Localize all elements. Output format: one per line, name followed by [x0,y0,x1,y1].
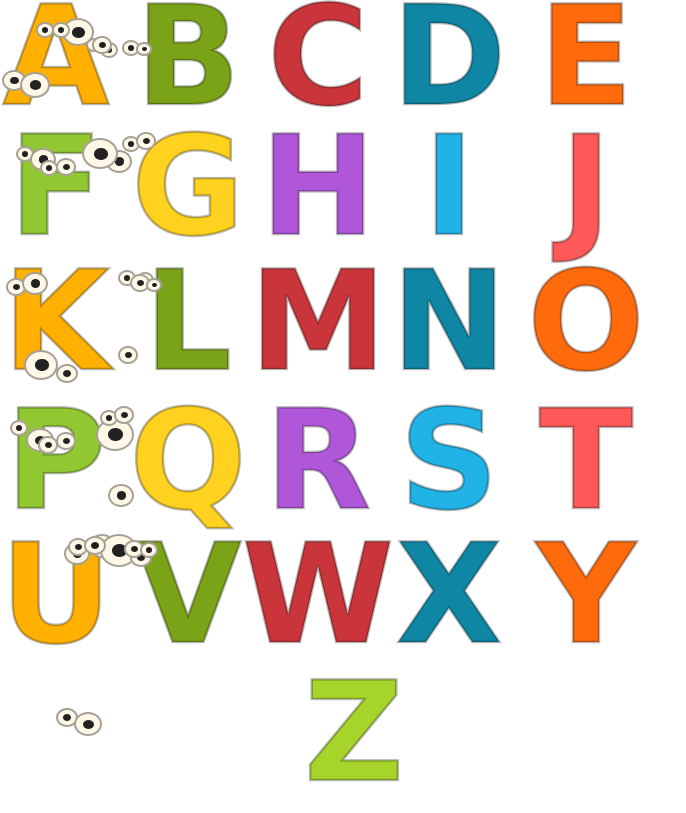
monster-eye-icon [136,42,152,56]
letter-glyph: M [248,241,388,402]
letter-glyph: Y [535,514,637,675]
monster-eye-icon [92,36,112,54]
letter-glyph: J [559,106,613,267]
monster-eye-icon [74,712,102,736]
monster-letter-s: S [385,380,513,541]
monster-eye-icon [136,132,156,150]
letter-glyph: T [538,380,635,541]
pupil-icon [151,282,157,288]
monster-letter-c: C [254,0,382,137]
letter-glyph: H [259,106,377,267]
monster-letter-y: Y [522,514,650,675]
letter-glyph: O [526,241,646,402]
monster-letter-x: X [385,514,513,675]
pupil-icon [22,151,29,157]
monster-letter-n: N [385,241,513,402]
pupil-icon [83,719,94,729]
monster-letter-r: R [254,380,382,541]
pupil-icon [120,411,128,419]
monster-eye-icon [108,484,134,507]
monster-eye-icon [22,272,48,295]
pupil-icon [62,437,70,445]
monster-letter-a: A [0,0,120,137]
pupil-icon [10,76,19,85]
monster-letter-i: I [385,106,513,267]
letter-glyph: Q [128,380,248,541]
monster-eye-icon [56,158,76,176]
monster-letter-b: B [124,0,252,137]
letter-glyph: A [1,0,110,137]
pupil-icon [98,41,106,49]
monster-eye-icon [82,138,118,169]
monster-eye-icon [84,536,106,555]
letter-glyph: I [422,106,476,267]
pupil-icon [91,542,100,549]
pupil-icon [72,26,85,38]
monster-eye-icon [56,432,76,450]
letter-glyph: C [266,0,370,137]
monster-letter-m: M [248,241,388,402]
pupil-icon [128,45,135,51]
letter-glyph: X [395,514,504,675]
monster-eye-icon [114,406,134,424]
monster-eye-icon [146,278,162,292]
pupil-icon [106,415,113,421]
monster-eye-icon [24,350,58,380]
pupil-icon [12,283,20,291]
letter-glyph: B [134,0,242,137]
letter-glyph: S [398,380,500,541]
monster-eye-icon [10,420,28,436]
pupil-icon [46,165,53,171]
pupil-icon [146,547,153,553]
pupil-icon [35,359,49,371]
monster-eye-icon [140,542,158,558]
pupil-icon [124,351,132,359]
pupil-icon [116,491,127,500]
letter-glyph: D [390,0,507,137]
monster-eye-icon [38,436,58,454]
pupil-icon [44,441,52,449]
monster-letter-w: W [241,514,396,675]
pupil-icon [128,141,135,147]
monster-letter-z: Z [290,652,418,813]
pupil-icon [141,46,147,52]
monster-letter-j: J [522,106,650,267]
monster-letter-t: T [522,380,650,541]
pupil-icon [63,370,72,377]
monster-eye-icon [20,72,50,98]
monster-letter-e: E [522,0,650,137]
letter-glyph: W [241,514,396,675]
monster-letter-d: D [385,0,513,137]
letter-glyph: R [264,380,373,541]
pupil-icon [29,80,42,91]
letter-glyph: N [390,241,508,402]
pupil-icon [58,27,65,33]
pupil-icon [74,543,82,551]
monster-eye-icon [52,22,70,38]
monster-eye-icon [118,346,138,364]
letter-glyph: E [538,0,635,137]
monster-letter-h: H [254,106,382,267]
pupil-icon [63,714,72,721]
monster-alphabet: ABCDEFGHIJKLMNOPQRSTUVWXYZ [0,0,686,813]
letter-glyph: Z [303,652,406,813]
pupil-icon [142,137,150,145]
pupil-icon [16,425,23,431]
pupil-icon [42,27,49,33]
monster-letter-q: Q [124,380,252,541]
pupil-icon [130,545,138,553]
monster-letter-o: O [522,241,650,402]
pupil-icon [93,147,108,160]
pupil-icon [108,428,124,442]
pupil-icon [62,163,70,171]
pupil-icon [136,279,144,287]
pupil-icon [30,279,41,288]
